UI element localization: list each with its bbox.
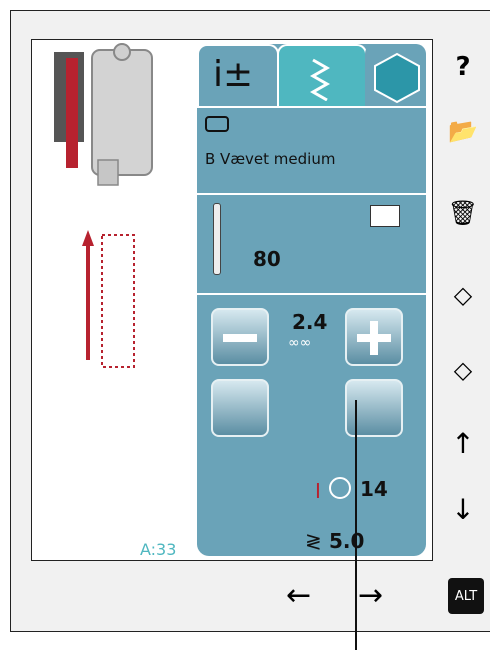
buttonhole-size: 14: [360, 477, 388, 501]
stitch-width-icon: ≷: [305, 529, 322, 553]
annotation-line: [355, 400, 357, 650]
tab-customize[interactable]: [365, 44, 426, 106]
right-arrow-button[interactable]: →: [358, 578, 383, 613]
decrease-length-button[interactable]: [211, 308, 269, 366]
presser-foot-icon: [54, 43, 153, 368]
stitch-settings-section: 2.4 ∞∞ I 14 ≷ 5.0: [197, 293, 426, 556]
stitch-length-icon: ∞∞: [288, 335, 312, 351]
needle-size: 80: [253, 247, 281, 271]
left-arrow-button[interactable]: ←: [286, 578, 311, 613]
needle-icon: [213, 203, 221, 275]
mirror-horizontal-button[interactable]: ◇: [436, 270, 490, 320]
sequence-button[interactable]: [345, 379, 403, 437]
free-motion-button[interactable]: [211, 379, 269, 437]
stitch-number: A:33: [140, 540, 177, 559]
help-button[interactable]: ?: [436, 42, 490, 92]
fabric-icon: [205, 116, 229, 132]
settings-panel: i± B Vævet medium 80 2.4 ∞∞ I 14 ≷ 5.0: [197, 44, 426, 556]
stitch-length-value: 2.4: [292, 310, 328, 334]
zigzag-icon: [309, 58, 331, 101]
increase-length-button[interactable]: [345, 308, 403, 366]
button-icon: [329, 477, 351, 499]
needle-section: 80: [197, 193, 426, 295]
tab-info[interactable]: i±: [197, 44, 279, 108]
fabric-label: B Vævet medium: [205, 150, 336, 168]
delete-button[interactable]: 🗑: [436, 188, 490, 238]
open-button[interactable]: 📂: [436, 106, 490, 156]
gem-icon: [374, 52, 420, 104]
info-icon: i±: [213, 54, 254, 95]
down-arrow-button[interactable]: ↓: [436, 484, 490, 534]
needle-settings-icon[interactable]: [370, 205, 400, 227]
alt-button[interactable]: ALT: [448, 578, 484, 614]
mirror-vertical-button[interactable]: ◇: [436, 345, 490, 395]
up-arrow-button[interactable]: ↑: [436, 418, 490, 468]
stitch-width-value: 5.0: [329, 529, 365, 553]
fabric-section: B Vævet medium: [197, 106, 426, 195]
tab-stitch[interactable]: [277, 44, 367, 108]
buttonhole-size-icon: I: [315, 479, 321, 503]
